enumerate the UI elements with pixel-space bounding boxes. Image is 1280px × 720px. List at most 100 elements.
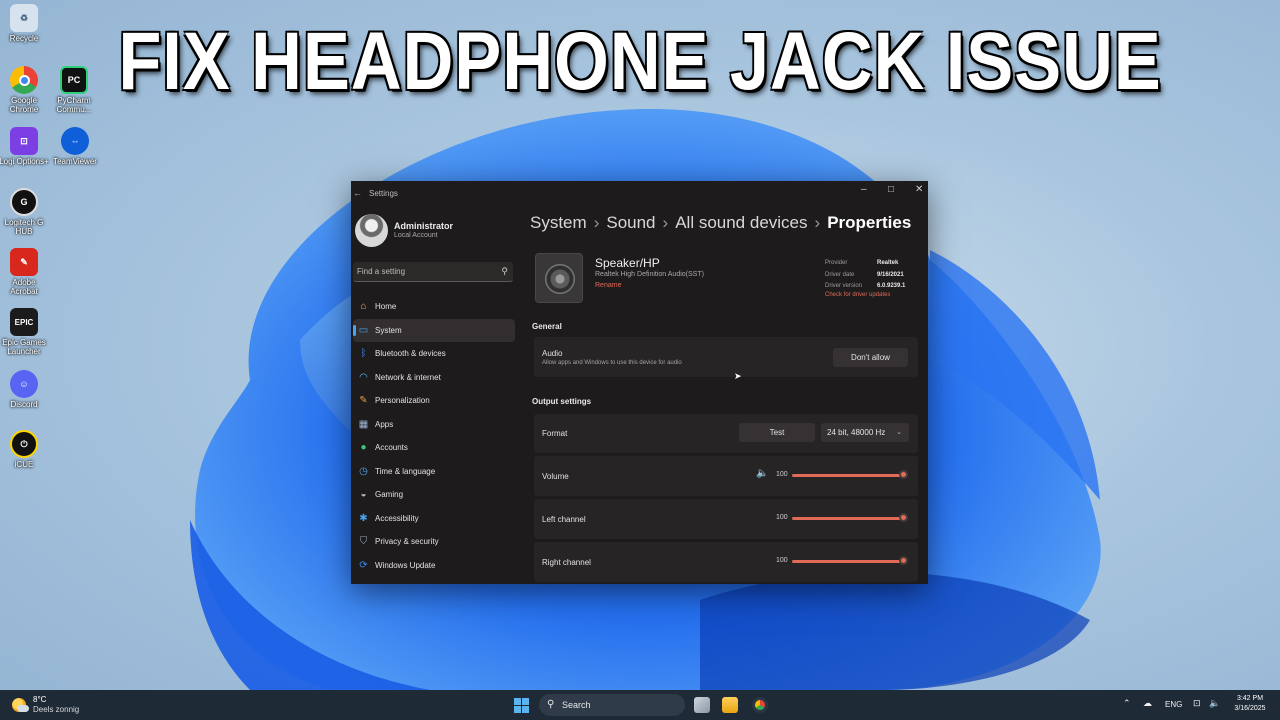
mouse-cursor-icon: ➤ xyxy=(734,371,742,381)
nav-item-label: Network & internet xyxy=(375,372,441,382)
task-view-icon[interactable] xyxy=(694,697,710,713)
volume-icon[interactable]: 🔈 xyxy=(1209,698,1220,709)
user-name: Administrator xyxy=(394,221,454,231)
nav-item-label: Accessibility xyxy=(375,513,419,523)
desktop-icon-adobe-acrobat[interactable]: ✎ Adobe Acrobat xyxy=(0,248,50,296)
chevron-down-icon: ⌄ xyxy=(896,429,902,436)
desktop-icon-icue[interactable]: ⏻ iCUE xyxy=(0,430,50,469)
left-channel-card: Left channel 100 xyxy=(534,499,918,539)
windows-start-icon[interactable] xyxy=(514,698,529,713)
left-channel-label: Left channel xyxy=(542,515,586,524)
breadcrumb-sound[interactable]: Sound xyxy=(606,213,655,232)
rename-link[interactable]: Rename xyxy=(595,282,621,289)
close-icon[interactable]: ✕ xyxy=(915,184,923,195)
volume-slider-thumb[interactable] xyxy=(899,470,908,479)
breadcrumb-system[interactable]: System xyxy=(530,213,587,232)
breadcrumb-separator: › xyxy=(593,213,600,232)
desktop-icon-discord[interactable]: ☺ Discord xyxy=(0,370,50,409)
audio-description: Allow apps and Windows to use this devic… xyxy=(542,360,682,366)
window-titlebar[interactable]: ← Settings – □ ✕ xyxy=(351,181,928,205)
nav-item-label: Bluetooth & devices xyxy=(375,349,446,359)
weather-condition: Deels zonnig xyxy=(33,705,80,714)
desktop-icon-label: Epic Games Launcher xyxy=(2,338,46,356)
driver-info-values: Realtek 9/16/2021 6.0.9239.1 xyxy=(877,258,905,293)
maximize-icon[interactable]: □ xyxy=(888,184,894,195)
settings-window[interactable]: ← Settings – □ ✕ Administrator Local Acc… xyxy=(351,181,928,584)
left-channel-slider[interactable] xyxy=(792,517,905,520)
nav-item-label: Accounts xyxy=(375,443,408,453)
desktop-icon-label: Recycle xyxy=(9,34,39,43)
find-setting-placeholder: Find a setting xyxy=(357,267,406,276)
accounts-icon: ● xyxy=(360,442,367,453)
file-explorer-icon[interactable] xyxy=(722,697,738,713)
logitech-ghub-icon: G xyxy=(10,188,38,216)
breadcrumb-properties: Properties xyxy=(827,213,912,232)
nav-item-accessibility[interactable]: ✱ Accessibility xyxy=(353,507,515,531)
speaker-volume-icon[interactable]: 🔈 xyxy=(756,468,768,479)
nav-item-apps[interactable]: ▦ Apps xyxy=(353,413,515,437)
taskbar-search-label: Search xyxy=(562,700,591,710)
desktop-icon-teamviewer[interactable]: ⇔ TeamViewer xyxy=(49,127,101,166)
avatar xyxy=(355,214,388,247)
input-language[interactable]: ENG xyxy=(1165,700,1182,709)
desktop-icon-logi-options[interactable]: ⊡ Logi Options+ xyxy=(0,127,50,166)
back-arrow-icon[interactable]: ← xyxy=(353,188,362,198)
icue-icon: ⏻ xyxy=(10,430,38,458)
nav-item-label: Gaming xyxy=(375,490,404,500)
logi-options-icon: ⊡ xyxy=(10,127,38,155)
desktop-icon-label: Logitech G HUB xyxy=(4,218,44,236)
system-icon: ▭ xyxy=(358,324,369,336)
breadcrumb-separator: › xyxy=(662,213,669,232)
breadcrumb: System › Sound › All sound devices › Propertie… xyxy=(530,213,911,233)
find-setting-input[interactable]: Find a setting ⚲ xyxy=(353,262,513,282)
home-icon: ⌂ xyxy=(360,301,367,312)
epic-games-icon: EPIC xyxy=(10,308,38,336)
update-icon: ⟳ xyxy=(359,559,368,571)
minimize-icon[interactable]: – xyxy=(861,184,867,195)
right-channel-slider-thumb[interactable] xyxy=(899,556,908,565)
driver-version-label: Driver version xyxy=(825,283,863,289)
user-profile[interactable]: Administrator Local Account xyxy=(355,214,525,248)
section-general: General xyxy=(532,322,562,331)
desktop-icon-google-chrome[interactable]: Google Chrome xyxy=(0,66,50,114)
nav-item-privacy-security[interactable]: ⛉ Privacy & security xyxy=(353,530,515,554)
driver-updates-link[interactable]: Check for driver updates xyxy=(825,292,890,298)
nav-item-time-language[interactable]: ◷ Time & language xyxy=(353,460,515,484)
nav-item-label: Home xyxy=(375,302,397,312)
desktop-icon-recycle-bin[interactable]: ♻ Recycle xyxy=(0,4,50,43)
nav-item-label: Time & language xyxy=(375,466,436,476)
nav-item-gaming[interactable]: ◒ Gaming xyxy=(353,483,515,507)
nav-item-personalization[interactable]: ✎ Personalization xyxy=(353,389,515,413)
left-channel-slider-thumb[interactable] xyxy=(899,513,908,522)
volume-label: Volume xyxy=(542,472,569,481)
user-account-type: Local Account xyxy=(394,232,438,239)
format-select[interactable]: 24 bit, 48000 Hz ⌄ xyxy=(821,423,909,442)
system-clock[interactable]: 3:42 PM 3/16/2025 xyxy=(1228,694,1272,714)
dont-allow-button[interactable]: Don't allow xyxy=(833,348,908,367)
onedrive-cloud-icon[interactable]: ☁ xyxy=(1143,698,1152,709)
settings-nav: ⌂ Home ▭ System ᛒ Bluetooth & devices ◠ … xyxy=(353,295,515,577)
chrome-icon[interactable] xyxy=(752,697,768,713)
weather-temperature: 8°C xyxy=(33,695,47,704)
nav-item-bluetooth[interactable]: ᛒ Bluetooth & devices xyxy=(353,342,515,366)
desktop-icon-epic-games[interactable]: EPIC Epic Games Launcher xyxy=(0,308,50,356)
volume-card: Volume 🔈 100 xyxy=(534,456,918,496)
desktop-icon-label: Google Chrome xyxy=(9,96,39,114)
test-button[interactable]: Test xyxy=(739,423,815,442)
right-channel-slider[interactable] xyxy=(792,560,905,563)
breadcrumb-all-sound-devices[interactable]: All sound devices xyxy=(675,213,807,232)
right-channel-card: Right channel 100 xyxy=(534,542,918,582)
driver-version-value: 6.0.9239.1 xyxy=(877,283,906,289)
nav-item-windows-update[interactable]: ⟳ Windows Update xyxy=(353,554,515,578)
nav-item-accounts[interactable]: ● Accounts xyxy=(353,436,515,460)
taskbar-search[interactable]: ⚲ Search xyxy=(539,694,685,716)
network-icon[interactable]: ⊡ xyxy=(1193,698,1201,709)
volume-slider[interactable] xyxy=(792,474,905,477)
desktop-icon-logitech-ghub[interactable]: G Logitech G HUB xyxy=(0,188,50,236)
nav-item-network[interactable]: ◠ Network & internet xyxy=(353,366,515,390)
chevron-up-icon[interactable]: ⌃ xyxy=(1123,698,1131,709)
nav-item-home[interactable]: ⌂ Home xyxy=(353,295,515,319)
nav-item-system[interactable]: ▭ System xyxy=(353,318,515,342)
nav-item-label: Privacy & security xyxy=(375,537,439,547)
breadcrumb-separator: › xyxy=(814,213,821,232)
